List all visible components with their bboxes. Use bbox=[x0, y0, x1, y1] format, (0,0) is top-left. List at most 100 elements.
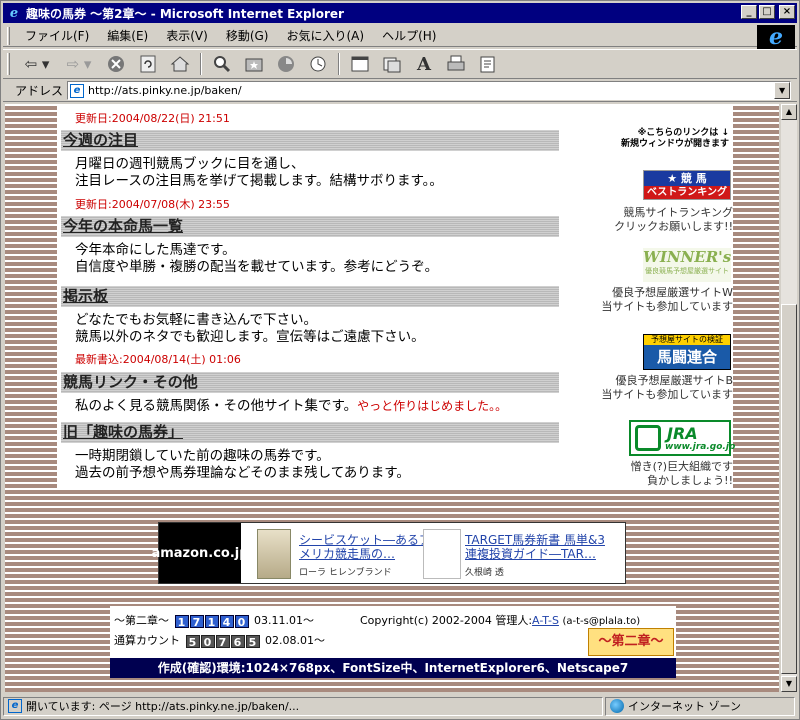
env-bar: 作成(確認)環境:1024×768px、FontSize中、InternetEx… bbox=[110, 658, 676, 678]
counter-line-1: ～第二章～ 17140 03.11.01～ bbox=[114, 614, 314, 629]
text-line: 今年本命にした馬達です。 bbox=[75, 242, 236, 258]
text-line: 注目レースの注目馬を挙げて掲載します。結構サボります。。 bbox=[75, 173, 443, 189]
book-cover-seabiscuit[interactable] bbox=[257, 529, 291, 579]
section-body-links: 私のよく見る競馬関係・その他サイト集です。やっと作りはじめました。。 bbox=[75, 398, 507, 415]
text-line: 競馬以外のネタでも歓迎します。宣伝等はご遠慮下さい。 bbox=[75, 329, 425, 345]
browser-window: e 趣味の馬券 ～第2章～ - Microsoft Internet Explo… bbox=[0, 0, 800, 720]
address-dropdown-icon[interactable]: ▼ bbox=[774, 82, 791, 99]
media-icon[interactable] bbox=[273, 52, 299, 76]
mail-icon[interactable] bbox=[379, 52, 405, 76]
text-line: 私のよく見る競馬関係・その他サイト集です。 bbox=[75, 398, 358, 414]
menu-bar: ファイル(F) 編集(E) 表示(V) 移動(G) お気に入り(A) ヘルプ(H… bbox=[3, 25, 797, 47]
forward-icon[interactable]: ⇨ ▾ bbox=[61, 52, 97, 76]
ie-throbber-logo: e bbox=[757, 24, 795, 50]
minimize-button[interactable]: _ bbox=[741, 5, 757, 19]
section-body-weekly: 月曜日の週刊競馬ブックに目を通し、 注目レースの注目馬を挙げて掲載します。結構サ… bbox=[75, 156, 443, 190]
section-heading-honmei[interactable]: 今年の本命馬一覧 bbox=[61, 216, 559, 237]
print-icon[interactable] bbox=[443, 52, 469, 76]
status-text: 開いています: ページ http://ats.pinky.ne.jp/baken… bbox=[26, 700, 300, 713]
sidebar-notice: ※こちらのリンクは ↓ 新規ウィンドウが開きます bbox=[620, 128, 729, 149]
title-bar: e 趣味の馬券 ～第2章～ - Microsoft Internet Explo… bbox=[3, 3, 797, 23]
banner-winners[interactable]: WINNER's 優良競馬予想屋厳選サイト bbox=[643, 248, 731, 282]
menu-edit[interactable]: 編集(E) bbox=[98, 27, 157, 44]
window-title: 趣味の馬券 ～第2章～ - Microsoft Internet Explore… bbox=[26, 6, 344, 21]
amazon-box: amazon.co.jp シービスケット―あるア メリカ競走馬の… ローラ ヒレ… bbox=[151, 522, 626, 584]
search-icon[interactable] bbox=[209, 52, 235, 76]
book-link-seabiscuit[interactable]: シービスケット―あるア メリカ競走馬の… bbox=[299, 533, 431, 561]
banner-bato-rengo[interactable]: 予想屋サイトの検証 馬闘連合 bbox=[643, 334, 731, 370]
bbs-update: 最新書込:2004/08/14(土) 01:06 bbox=[75, 353, 241, 366]
weekly-update: 更新日:2004/07/08(木) 23:55 bbox=[75, 198, 230, 211]
top-update: 更新日:2004/08/22(日) 21:51 bbox=[75, 112, 230, 125]
home-icon[interactable] bbox=[167, 52, 193, 76]
scroll-up-icon[interactable]: ▲ bbox=[781, 104, 797, 120]
toolbar: ⇦ ▾ ⇨ ▾ A bbox=[3, 49, 797, 79]
access-counter-2: 50765 bbox=[185, 634, 260, 649]
banner-caption-bato: 優良予想屋厳選サイトB 当サイトも参加しています bbox=[601, 374, 733, 401]
stop-icon[interactable] bbox=[103, 52, 129, 76]
maximize-button[interactable]: □ bbox=[759, 5, 775, 19]
section-body-bbs: どなたでもお気軽に書き込んで下さい。 競馬以外のネタでも歓迎します。宣伝等はご遠… bbox=[75, 312, 425, 346]
zone-text: インターネット ゾーン bbox=[628, 700, 741, 713]
links-note: やっと作りはじめました。。 bbox=[357, 399, 508, 413]
banner-caption-ranking: 競馬サイトランキング クリックお願いします!! bbox=[614, 206, 733, 233]
book-cover-target[interactable] bbox=[423, 529, 461, 579]
admin-mail-link[interactable]: A-T-S bbox=[532, 614, 559, 627]
toolbar-grip bbox=[7, 53, 10, 75]
address-url: http://ats.pinky.ne.jp/baken/ bbox=[88, 84, 242, 97]
scroll-down-icon[interactable]: ▼ bbox=[781, 676, 797, 692]
ie-app-icon: e bbox=[9, 5, 19, 21]
history-icon[interactable] bbox=[305, 52, 331, 76]
banner-keiba-ranking[interactable]: ★ 競 馬 ベストランキング bbox=[643, 170, 731, 200]
section-heading-weekly[interactable]: 今週の注目 bbox=[61, 130, 559, 151]
address-input[interactable]: e http://ats.pinky.ne.jp/baken/ ▼ bbox=[67, 81, 792, 100]
close-button[interactable]: × bbox=[779, 5, 795, 19]
book-link-target[interactable]: TARGET馬券新書 馬単&3 連複投資ガイド―TAR… bbox=[465, 533, 605, 561]
text-line: 過去の前予想や馬券理論などそのまま残してあります。 bbox=[75, 465, 410, 481]
status-page-icon: e bbox=[8, 699, 22, 713]
banner-jra[interactable]: JRA www.jra.go.jp bbox=[629, 420, 735, 456]
access-counter-1: 17140 bbox=[174, 614, 249, 629]
font-size-icon[interactable]: A bbox=[411, 52, 437, 76]
copyright: Copyright(c) 2002-2004 管理人:A-T-S (a-t-s@… bbox=[360, 614, 641, 627]
back-icon[interactable]: ⇦ ▾ bbox=[19, 52, 55, 76]
text-line: どなたでもお気軽に書き込んで下さい。 bbox=[75, 312, 318, 328]
book-author-1: ローラ ヒレンブランド bbox=[299, 568, 392, 578]
menu-help[interactable]: ヘルプ(H) bbox=[373, 27, 445, 44]
fullscreen-icon[interactable] bbox=[347, 52, 373, 76]
down-arrow-icon: ↓ bbox=[721, 128, 729, 138]
chapter-logo: ～第二章～ bbox=[588, 628, 674, 656]
page-icon: e bbox=[70, 83, 85, 98]
section-heading-old[interactable]: 旧「趣味の馬券」 bbox=[61, 422, 559, 443]
section-heading-bbs[interactable]: 掲示板 bbox=[61, 286, 559, 307]
amazon-logo[interactable]: amazon.co.jp bbox=[151, 523, 249, 583]
menu-view[interactable]: 表示(V) bbox=[157, 27, 217, 44]
scroll-thumb[interactable] bbox=[781, 304, 797, 674]
main-content: 更新日:2004/08/22(日) 21:51 今週の注目 月曜日の週刊競馬ブッ… bbox=[57, 106, 735, 488]
jra-logo-icon bbox=[635, 425, 661, 451]
globe-icon bbox=[610, 699, 624, 713]
zone-panel: インターネット ゾーン bbox=[605, 696, 795, 716]
menu-go[interactable]: 移動(G) bbox=[217, 27, 278, 44]
counter-line-2: 通算カウント 50765 02.08.01～ bbox=[114, 634, 325, 649]
status-bar: e 開いています: ページ http://ats.pinky.ne.jp/bak… bbox=[3, 695, 797, 717]
footer: ～第二章～ 17140 03.11.01～ 通算カウント 50765 02.08… bbox=[110, 606, 676, 678]
section-heading-links: 競馬リンク・その他 bbox=[61, 372, 559, 393]
menu-file[interactable]: ファイル(F) bbox=[16, 27, 98, 44]
text-line: 一時期閉鎖していた前の趣味の馬券です。 bbox=[75, 448, 330, 464]
section-body-old: 一時期閉鎖していた前の趣味の馬券です。 過去の前予想や馬券理論などそのまま残して… bbox=[75, 448, 410, 482]
text-line: 月曜日の週刊競馬ブックに目を通し、 bbox=[75, 156, 305, 172]
page-viewport: 更新日:2004/08/22(日) 21:51 今週の注目 月曜日の週刊競馬ブッ… bbox=[5, 104, 779, 692]
refresh-icon[interactable] bbox=[135, 52, 161, 76]
edit-icon[interactable] bbox=[475, 52, 501, 76]
menu-grip bbox=[7, 26, 10, 45]
banner-caption-jra: 憎き(?)巨大組織です 負かしましょう!! bbox=[630, 460, 733, 487]
section-body-honmei: 今年本命にした馬達です。 自信度や単勝・複勝の配当を載せています。参考にどうぞ。 bbox=[75, 242, 438, 276]
book-author-2: 久根崎 透 bbox=[465, 568, 504, 578]
status-text-panel: e 開いています: ページ http://ats.pinky.ne.jp/bak… bbox=[3, 696, 603, 716]
address-bar: アドレス e http://ats.pinky.ne.jp/baken/ ▼ bbox=[3, 80, 797, 102]
menu-favorites[interactable]: お気に入り(A) bbox=[277, 27, 373, 44]
favorites-icon[interactable] bbox=[241, 52, 267, 76]
banner-caption-winners: 優良予想屋厳選サイトW 当サイトも参加しています bbox=[601, 286, 733, 313]
vertical-scrollbar[interactable]: ▲ ▼ bbox=[781, 104, 797, 692]
